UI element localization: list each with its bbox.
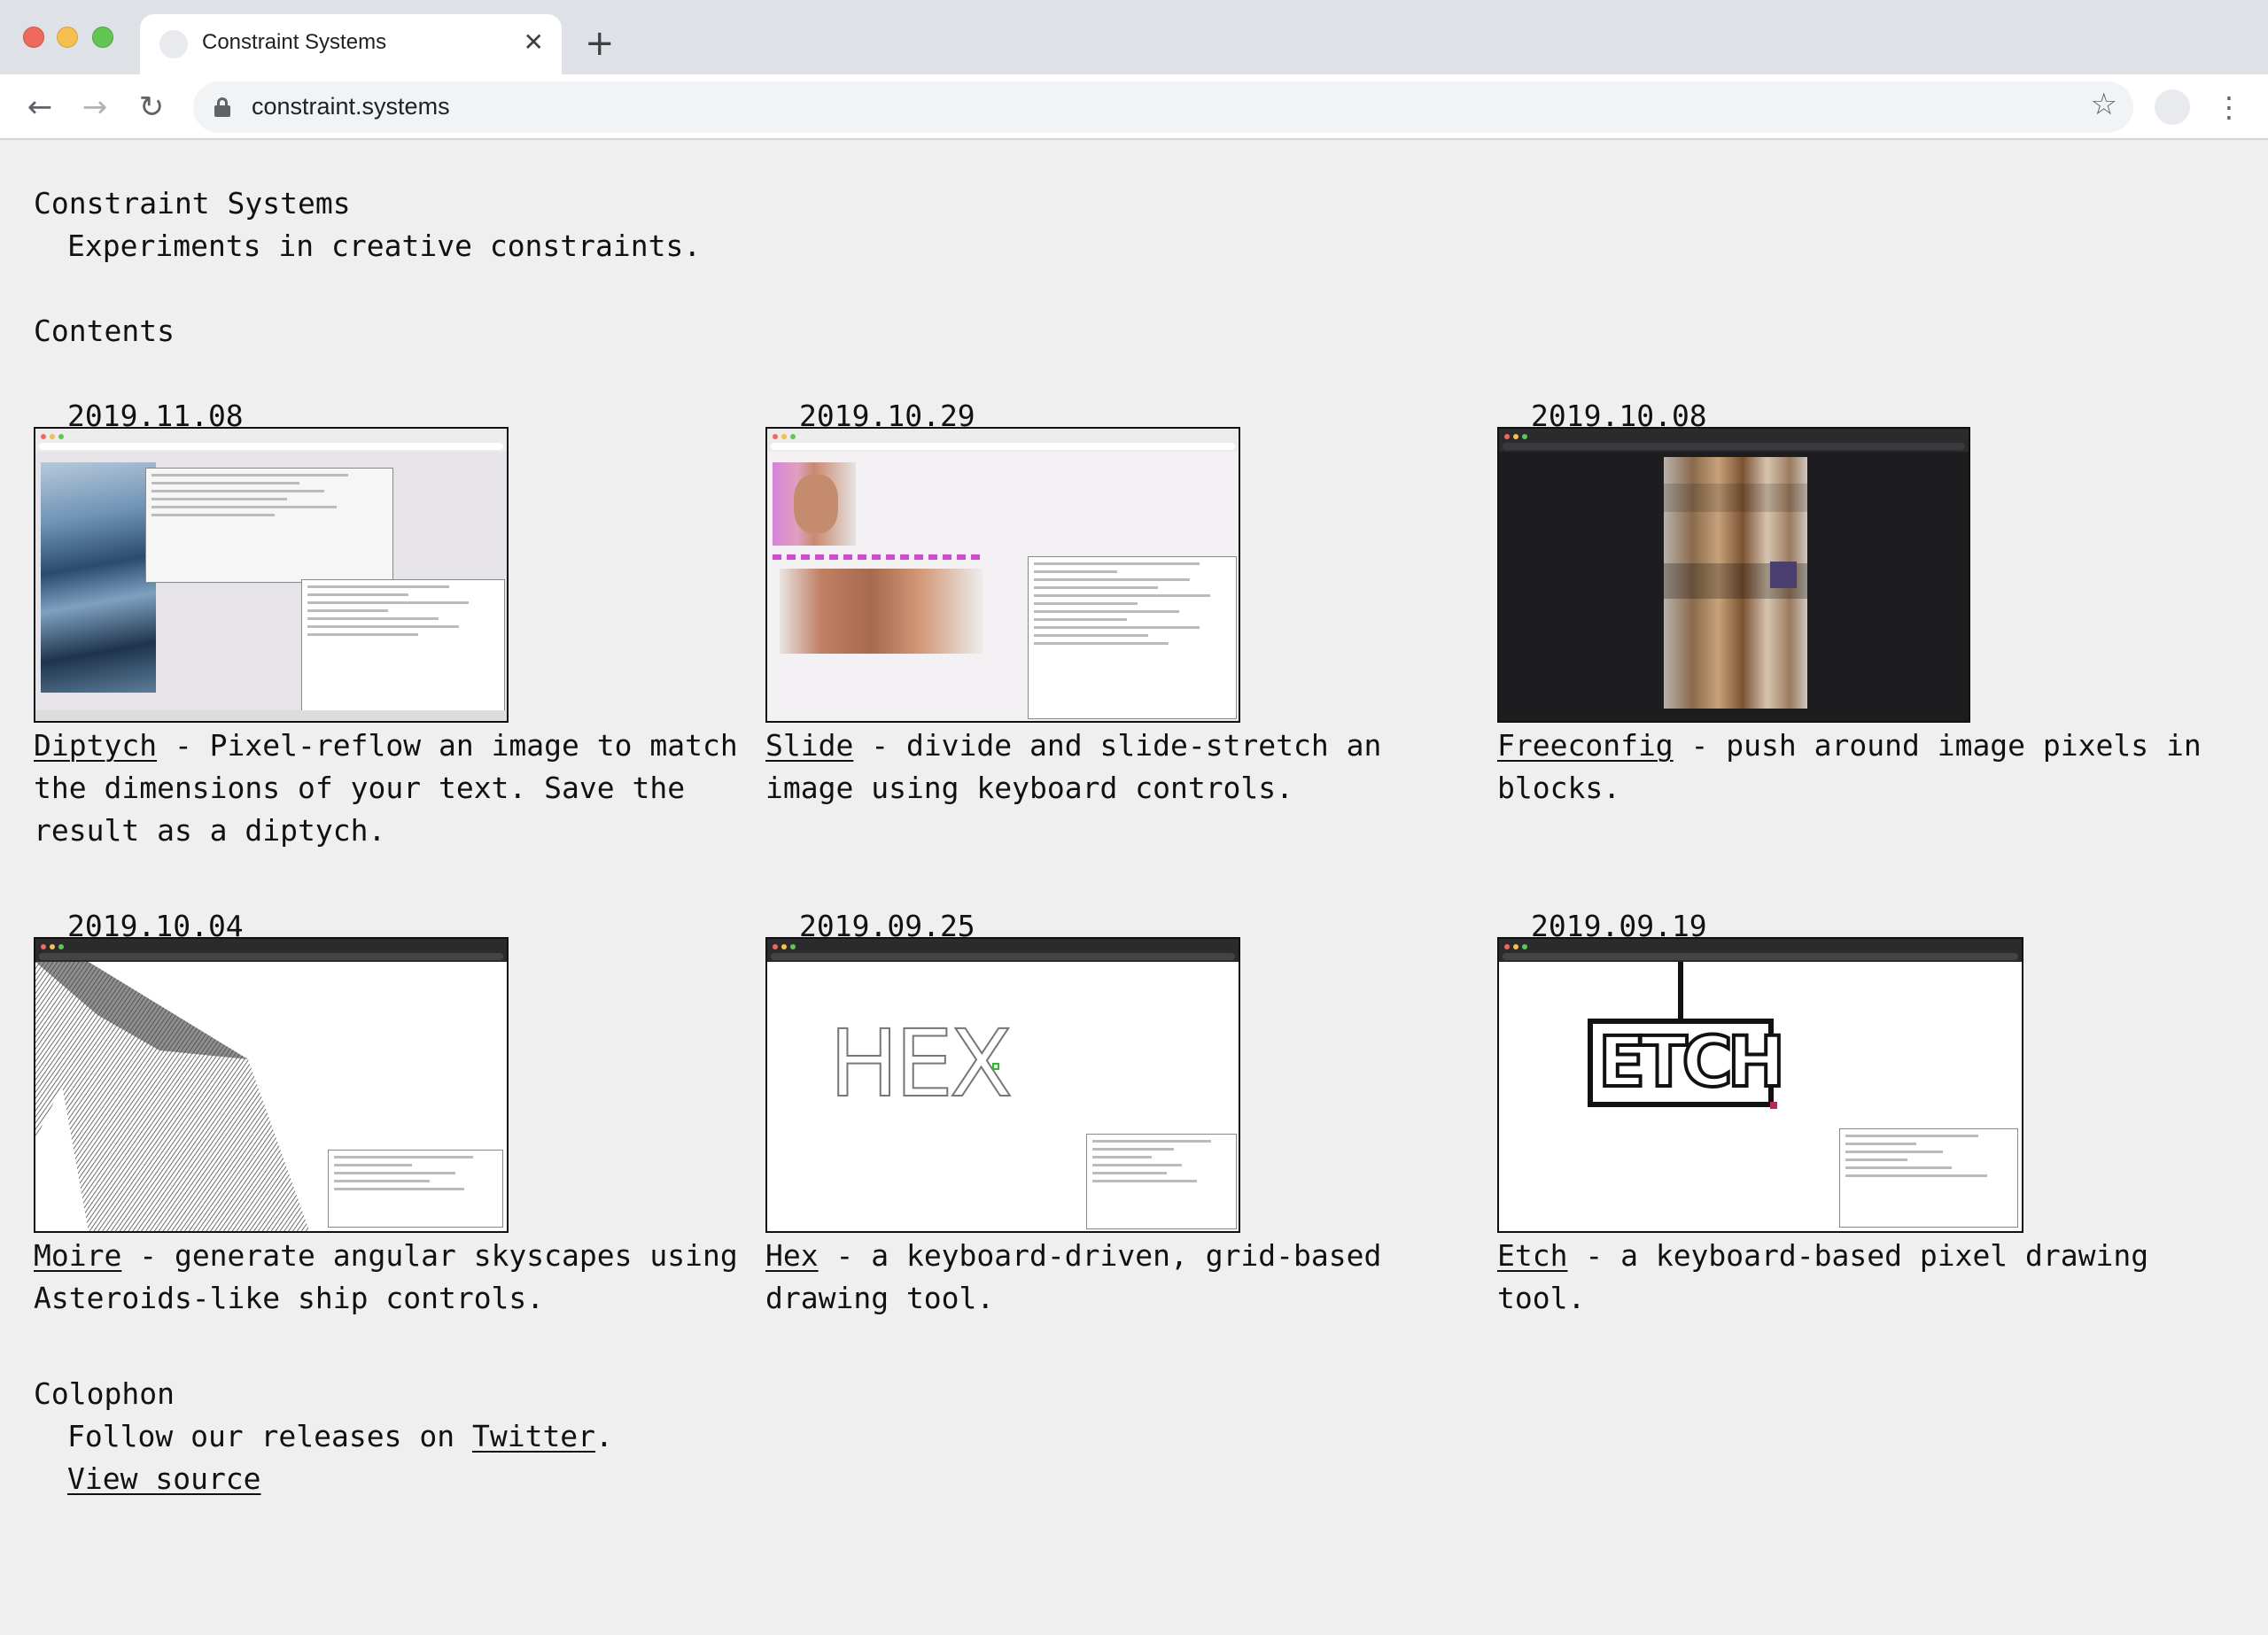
slide-link[interactable]: Slide: [765, 728, 853, 763]
moire-link[interactable]: Moire: [34, 1238, 121, 1273]
favicon-icon: [159, 30, 188, 58]
address-bar[interactable]: constraint.systems ☆: [193, 81, 2133, 133]
reload-icon[interactable]: ↻: [129, 85, 174, 129]
moire-thumbnail[interactable]: [34, 937, 509, 1233]
colophon-heading: Colophon: [34, 1376, 175, 1411]
close-window-button[interactable]: [23, 27, 44, 48]
page-content: Constraint Systems Experiments in creati…: [0, 140, 2268, 1635]
follow-period: .: [595, 1419, 613, 1453]
diptych-thumbnail[interactable]: [34, 427, 509, 723]
colophon-source-line: View source: [67, 1458, 261, 1500]
back-arrow-icon[interactable]: ←: [18, 85, 62, 129]
view-source-link[interactable]: View source: [67, 1461, 261, 1496]
entry-description: Freeconfig - push around image pixels in…: [1497, 725, 2206, 810]
forward-arrow-icon[interactable]: →: [73, 85, 117, 129]
entry-description: Hex - a keyboard-driven, grid-based draw…: [765, 1235, 1474, 1320]
freeconfig-thumbnail[interactable]: [1497, 427, 1970, 723]
lock-icon: [214, 97, 230, 117]
zoom-window-button[interactable]: [92, 27, 113, 48]
contents-heading: Contents: [34, 314, 175, 348]
slide-thumbnail[interactable]: [765, 427, 1240, 723]
colophon-follow-line: Follow our releases on Twitter.: [67, 1415, 613, 1458]
site-subtitle: Experiments in creative constraints.: [67, 229, 702, 263]
entry-description: Slide - divide and slide-stretch an imag…: [765, 725, 1474, 810]
follow-text: Follow our releases on: [67, 1419, 472, 1453]
site-title: Constraint Systems: [34, 186, 351, 221]
browser-menu-icon[interactable]: ⋮: [2215, 87, 2243, 128]
entry-description-text: - a keyboard-driven, grid-based drawing …: [765, 1238, 1382, 1315]
entry-description-text: - divide and slide-stretch an image usin…: [765, 728, 1382, 805]
etch-thumbnail[interactable]: ETCH: [1497, 937, 2023, 1233]
profile-avatar[interactable]: [2155, 89, 2190, 125]
entry-description: Etch - a keyboard-based pixel drawing to…: [1497, 1235, 2206, 1320]
hex-drawing-text: HEX: [828, 1010, 1014, 1118]
hex-thumbnail[interactable]: HEX: [765, 937, 1240, 1233]
etch-drawing: ETCH: [1588, 1019, 1787, 1107]
diptych-link[interactable]: Diptych: [34, 728, 157, 763]
entry-description: Moire - generate angular skyscapes using…: [34, 1235, 742, 1320]
browser-tab-active[interactable]: Constraint Systems ✕: [140, 14, 562, 74]
new-tab-button[interactable]: +: [585, 19, 615, 67]
tab-close-icon[interactable]: ✕: [524, 27, 544, 58]
etch-link[interactable]: Etch: [1497, 1238, 1567, 1273]
entry-description-text: - a keyboard-based pixel drawing tool.: [1497, 1238, 2149, 1315]
bookmark-star-icon[interactable]: ☆: [2091, 87, 2117, 122]
url-text[interactable]: constraint.systems: [252, 93, 450, 120]
entry-description-text: - generate angular skyscapes using Aster…: [34, 1238, 738, 1315]
etch-drawing-text: ETCH: [1596, 1022, 1787, 1104]
freeconfig-link[interactable]: Freeconfig: [1497, 728, 1674, 763]
hex-link[interactable]: Hex: [765, 1238, 819, 1273]
entry-description: Diptych - Pixel-reflow an image to match…: [34, 725, 742, 852]
tab-title: Constraint Systems: [202, 30, 387, 54]
minimize-window-button[interactable]: [57, 27, 78, 48]
browser-toolbar: ← → ↻ constraint.systems ☆ ⋮: [0, 74, 2268, 140]
twitter-link[interactable]: Twitter: [472, 1419, 595, 1453]
browser-tab-strip: Constraint Systems ✕ +: [0, 0, 2268, 74]
